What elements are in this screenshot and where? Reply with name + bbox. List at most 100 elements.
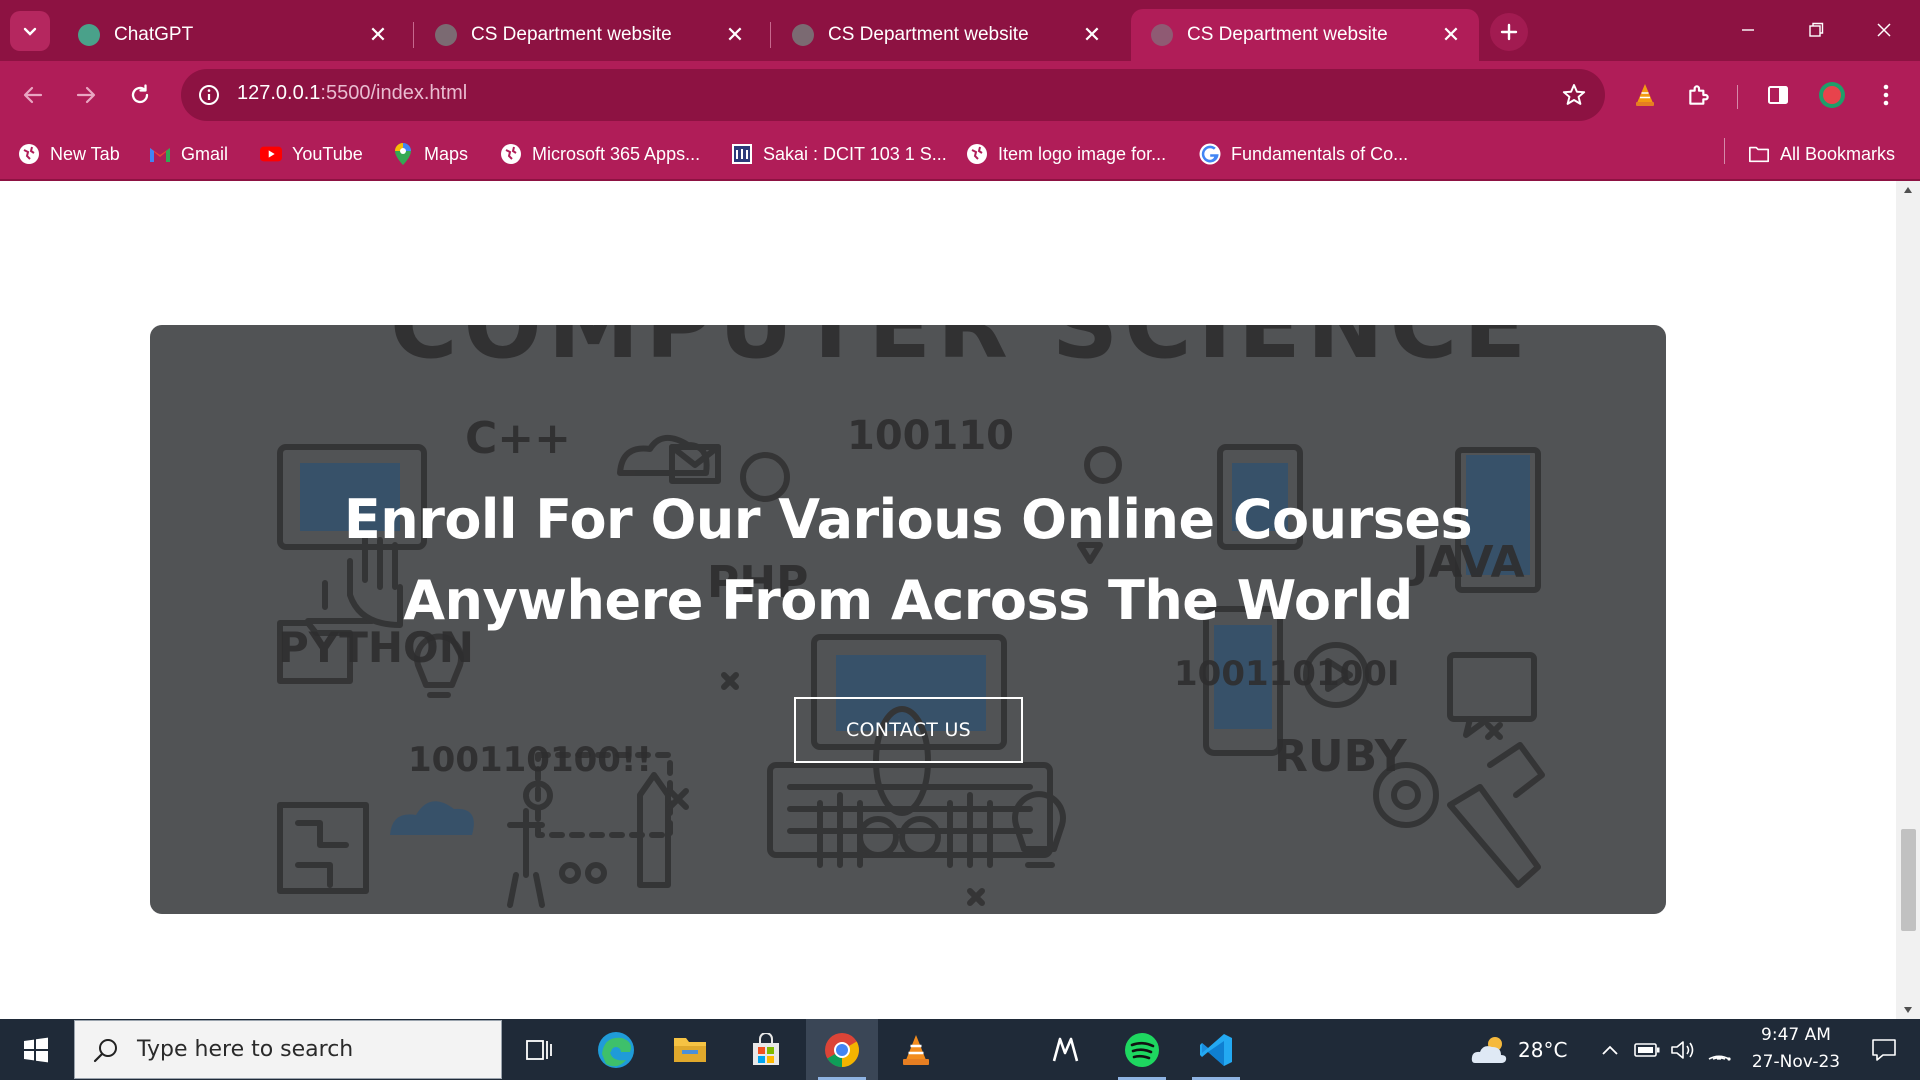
all-bookmarks-button[interactable]: All Bookmarks — [1748, 137, 1895, 171]
bookmark-new-tab[interactable]: New Tab — [18, 137, 120, 171]
bookmark-label: YouTube — [292, 143, 363, 164]
triangle-down-icon — [1904, 1007, 1912, 1013]
spotify-app[interactable] — [1106, 1019, 1178, 1080]
microsoft-store-app[interactable] — [730, 1019, 802, 1080]
gmail-icon — [149, 143, 171, 165]
url-host: 127.0.0.1 — [237, 82, 321, 104]
battery-icon — [1634, 1042, 1660, 1057]
close-icon[interactable]: ✕ — [1437, 21, 1465, 49]
bookmark-star-button[interactable] — [1559, 80, 1589, 110]
cloud-sun-icon — [1471, 1036, 1507, 1063]
google-icon — [1199, 143, 1221, 165]
chrome-icon — [825, 1032, 859, 1067]
file-explorer-app[interactable] — [654, 1019, 726, 1080]
weather-temperature[interactable]: 28°C — [1518, 1038, 1567, 1062]
clock-time[interactable]: 9:47 AM — [1744, 1025, 1848, 1045]
hero-heading-line-1: Enroll For Our Various Online Courses — [343, 488, 1473, 551]
chevron-up-icon — [1602, 1045, 1618, 1055]
bookmark-sakai[interactable]: Sakai : DCIT 103 1 S... — [731, 137, 947, 171]
medibang-app[interactable] — [1030, 1019, 1102, 1080]
tab-title: CS Department website — [471, 24, 672, 45]
contact-us-button[interactable]: CONTACT US — [794, 697, 1023, 763]
all-bookmarks-label: All Bookmarks — [1780, 143, 1896, 164]
tab-search-button[interactable] — [10, 11, 50, 51]
forward-button[interactable] — [64, 73, 108, 117]
vlc-app[interactable] — [880, 1019, 952, 1080]
chrome-app[interactable] — [806, 1019, 878, 1080]
address-bar[interactable]: 127.0.0.1:5500/index.html — [181, 69, 1605, 121]
start-button[interactable] — [0, 1019, 72, 1080]
extensions-button[interactable] — [1679, 75, 1719, 115]
edge-icon — [598, 1031, 634, 1068]
edge-app[interactable] — [580, 1019, 652, 1080]
globe-icon — [792, 24, 814, 46]
bookmark-label: Maps — [424, 143, 469, 164]
network-indicator[interactable] — [1702, 1019, 1736, 1080]
close-window-button[interactable] — [1860, 12, 1908, 48]
globe-icon — [18, 143, 40, 165]
info-icon — [199, 85, 219, 105]
vlc-extension-button[interactable] — [1625, 75, 1665, 115]
chatgpt-icon — [78, 24, 100, 46]
tab-cs-department-2[interactable]: CS Department website ✕ — [772, 9, 1120, 61]
volume-control[interactable] — [1666, 1019, 1700, 1080]
side-panel-button[interactable] — [1758, 75, 1798, 115]
reload-icon — [131, 84, 149, 104]
side-panel-icon — [1768, 86, 1788, 104]
site-info-button[interactable] — [191, 77, 227, 113]
bookmark-label: Microsoft 365 Apps... — [532, 143, 701, 164]
bookmark-maps[interactable]: Maps — [392, 137, 468, 171]
reload-button[interactable] — [118, 73, 162, 117]
new-tab-button[interactable] — [1490, 13, 1528, 51]
restore-icon — [1809, 22, 1824, 37]
tab-separator — [413, 22, 414, 48]
close-icon[interactable]: ✕ — [721, 21, 749, 49]
clock-date[interactable]: 27-Nov-23 — [1744, 1052, 1848, 1072]
battery-indicator[interactable] — [1630, 1019, 1664, 1080]
bookmarks-separator — [1724, 138, 1725, 164]
folder-icon — [1748, 143, 1770, 165]
restore-button[interactable] — [1792, 12, 1840, 48]
bookmark-item-logo[interactable]: Item logo image for... — [966, 137, 1166, 171]
tab-cs-department-active[interactable]: CS Department website ✕ — [1131, 9, 1479, 61]
page-scrollbar[interactable] — [1896, 181, 1920, 1019]
url-path: :5500/index.html — [320, 82, 468, 104]
vscode-app[interactable] — [1180, 1019, 1252, 1080]
task-view-icon — [526, 1039, 552, 1060]
arrow-left-icon — [23, 86, 43, 104]
close-icon[interactable]: ✕ — [1078, 21, 1106, 49]
task-view-button[interactable] — [504, 1019, 576, 1080]
back-button[interactable] — [11, 73, 55, 117]
search-icon — [91, 1035, 121, 1065]
bookmark-gmail[interactable]: Gmail — [149, 137, 228, 171]
scroll-down-arrow[interactable] — [1896, 1001, 1920, 1019]
weather-widget-icon-button[interactable] — [1466, 1019, 1512, 1080]
bookmark-label: Fundamentals of Co... — [1231, 143, 1409, 164]
scroll-up-arrow[interactable] — [1896, 181, 1920, 199]
browser-menu-button[interactable] — [1866, 75, 1906, 115]
more-vert-icon — [1883, 84, 1889, 106]
url-text[interactable]: 127.0.0.1:5500/index.html — [237, 82, 467, 105]
bookmark-fundamentals[interactable]: Fundamentals of Co... — [1199, 137, 1408, 171]
bookmark-label: Sakai : DCIT 103 1 S... — [763, 143, 947, 164]
bookmark-label: Item logo image for... — [998, 143, 1167, 164]
sakai-icon — [731, 143, 753, 165]
profile-button[interactable] — [1812, 75, 1852, 115]
show-hidden-icons-button[interactable] — [1594, 1019, 1626, 1080]
store-icon — [753, 1032, 779, 1065]
tab-chatgpt[interactable]: ChatGPT ✕ — [58, 9, 406, 61]
tab-title: CS Department website — [828, 24, 1029, 45]
scrollbar-thumb[interactable] — [1901, 829, 1916, 931]
spotify-icon — [1125, 1032, 1159, 1067]
hero-heading: Enroll For Our Various Online Courses An… — [150, 479, 1666, 641]
tab-cs-department-1[interactable]: CS Department website ✕ — [415, 9, 763, 61]
bookmark-youtube[interactable]: YouTube — [260, 137, 363, 171]
taskbar-search-box[interactable]: Type here to search — [74, 1020, 502, 1079]
folder-icon — [674, 1037, 706, 1062]
browser-toolbar: 127.0.0.1:5500/index.html — [0, 61, 1920, 129]
bookmark-microsoft-365[interactable]: Microsoft 365 Apps... — [500, 137, 700, 171]
close-icon[interactable]: ✕ — [364, 21, 392, 49]
tab-title: CS Department website — [1187, 24, 1388, 45]
notification-center-button[interactable] — [1852, 1019, 1916, 1080]
minimize-button[interactable] — [1724, 12, 1772, 48]
